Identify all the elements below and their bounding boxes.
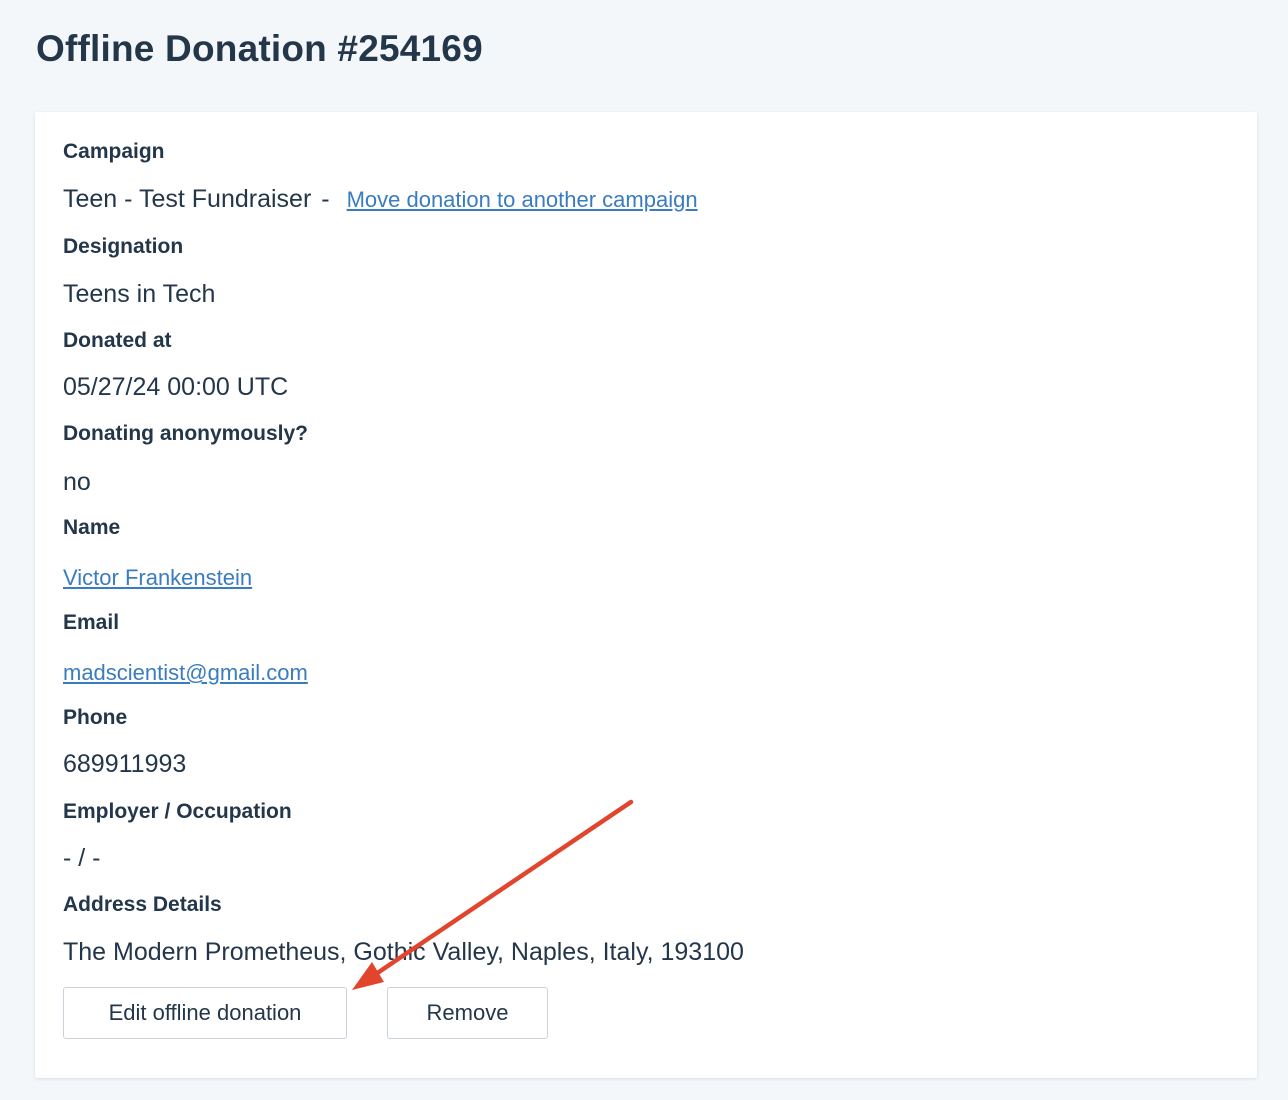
donor-email-link[interactable]: madscientist@gmail.com bbox=[63, 660, 308, 685]
employer-value: - / - bbox=[63, 844, 101, 872]
page-title: Offline Donation #254169 bbox=[36, 28, 483, 69]
address-label: Address Details bbox=[63, 893, 222, 916]
remove-button[interactable]: Remove bbox=[387, 987, 548, 1039]
donor-name-link[interactable]: Victor Frankenstein bbox=[63, 565, 252, 590]
anonymous-label: Donating anonymously? bbox=[63, 422, 309, 445]
donation-details-card: Campaign Teen - Test Fundraiser - Move do… bbox=[35, 112, 1257, 1078]
designation-value: Teens in Tech bbox=[63, 280, 216, 308]
address-value: The Modern Prometheus, Gothic Valley, Na… bbox=[63, 938, 744, 966]
donated-at-value: 05/27/24 00:00 UTC bbox=[63, 373, 289, 401]
campaign-separator: - bbox=[321, 185, 330, 213]
edit-offline-donation-button[interactable]: Edit offline donation bbox=[63, 987, 347, 1039]
campaign-value: Teen - Test Fundraiser bbox=[63, 185, 312, 213]
campaign-row: Teen - Test Fundraiser - Move donation to… bbox=[63, 185, 698, 214]
designation-label: Designation bbox=[63, 235, 184, 258]
employer-label: Employer / Occupation bbox=[63, 800, 292, 823]
donated-at-label: Donated at bbox=[63, 329, 172, 352]
email-row: madscientist@gmail.com bbox=[63, 658, 308, 687]
phone-value: 689911993 bbox=[63, 750, 187, 778]
move-donation-link[interactable]: Move donation to another campaign bbox=[347, 187, 698, 212]
phone-label: Phone bbox=[63, 706, 128, 729]
name-row: Victor Frankenstein bbox=[63, 563, 252, 592]
name-label: Name bbox=[63, 516, 121, 539]
anonymous-value: no bbox=[63, 468, 91, 496]
campaign-label: Campaign bbox=[63, 140, 165, 163]
email-label: Email bbox=[63, 611, 120, 634]
